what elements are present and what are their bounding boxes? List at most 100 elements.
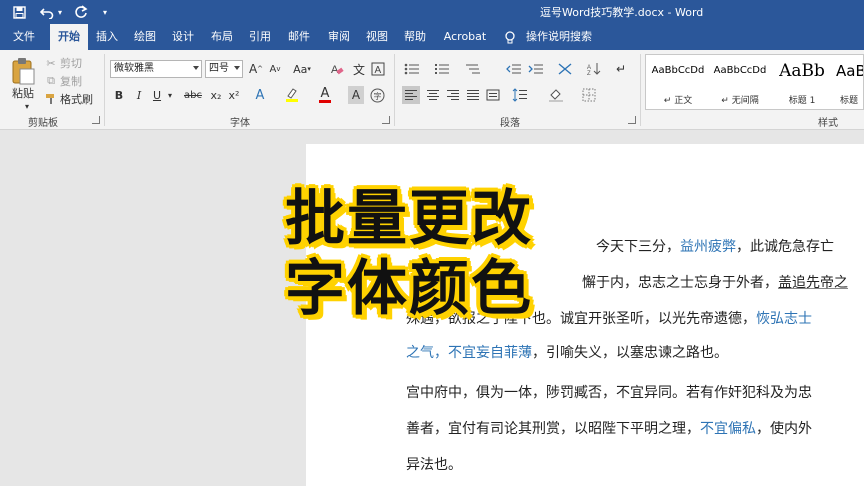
cut-button[interactable]: 剪切 (60, 56, 84, 70)
tab-insert[interactable]: 插入 (90, 24, 124, 50)
underline-button[interactable]: U (150, 86, 164, 104)
highlight-icon[interactable] (284, 86, 300, 104)
justify-icon[interactable] (464, 86, 482, 104)
clipboard-launcher-icon[interactable] (92, 116, 100, 124)
font-group-label: 字体 (230, 118, 250, 129)
undo-icon[interactable] (38, 3, 56, 21)
customize-icon[interactable]: ▾ (96, 3, 114, 21)
tab-help[interactable]: 帮助 (398, 24, 432, 50)
align-left-icon[interactable] (402, 86, 420, 104)
italic-button[interactable]: I (132, 86, 146, 104)
sort-icon[interactable]: AZ (585, 60, 603, 78)
svg-text:A: A (331, 64, 339, 76)
shrink-font-button[interactable]: Av (268, 60, 282, 78)
line-spacing-icon[interactable] (508, 86, 532, 104)
doc-line-4: 之气，不宜妄自菲薄，引喻失义，以塞忠谏之路也。 (406, 342, 728, 362)
tell-me-search[interactable]: 操作说明搜索 (524, 24, 594, 50)
decrease-indent-icon[interactable] (505, 60, 523, 78)
tab-view[interactable]: 视图 (360, 24, 394, 50)
save-icon[interactable] (10, 3, 28, 21)
char-border-icon[interactable]: A (370, 60, 386, 78)
clear-formatting-icon[interactable]: A (328, 60, 346, 78)
doc-text: 善者，宜付有司论其刑赏，以昭陛下平明之理， (406, 421, 700, 437)
paste-button[interactable]: 粘贴 (6, 86, 40, 100)
font-color-button[interactable]: A (317, 86, 333, 104)
doc-text-blue: 之气，不宜妄自菲薄 (406, 345, 532, 361)
font-size-select[interactable]: 四号 (205, 60, 243, 78)
paste-clipboard-icon[interactable] (8, 56, 38, 86)
format-painter-icon[interactable] (44, 92, 58, 106)
shading-icon[interactable] (545, 86, 567, 104)
styles-group-label: 样式 (818, 118, 838, 129)
subscript-button[interactable]: x₂ (208, 86, 224, 104)
font-color-label: A (320, 85, 330, 101)
redo-icon[interactable] (72, 3, 90, 21)
borders-icon[interactable] (578, 86, 600, 104)
tab-layout[interactable]: 布局 (205, 24, 239, 50)
tab-draw[interactable]: 绘图 (128, 24, 162, 50)
distributed-icon[interactable] (484, 86, 502, 104)
align-center-icon[interactable] (424, 86, 442, 104)
doc-line-5: 宫中府中，俱为一体，陟罚臧否，不宜异同。若有作奸犯科及为忠 (406, 382, 812, 402)
style-preview: AaBb (836, 62, 863, 80)
svg-text:Z: Z (587, 71, 591, 76)
doc-text-blue: 不宜偏私 (700, 421, 756, 437)
phonetic-guide-icon[interactable]: 文 (350, 60, 368, 78)
tab-references[interactable]: 引用 (243, 24, 277, 50)
underline-dropdown-icon[interactable]: ▾ (165, 88, 175, 102)
strikethrough-button[interactable]: abc (182, 86, 204, 104)
doc-text: 今天下三分， (596, 239, 680, 255)
increase-indent-icon[interactable] (527, 60, 545, 78)
doc-text-blue: 益州疲弊 (680, 239, 736, 255)
grow-font-label: A (248, 62, 258, 76)
bold-button[interactable]: B (112, 86, 126, 104)
paragraph-launcher-icon[interactable] (628, 116, 636, 124)
format-painter-button[interactable]: 格式刷 (60, 92, 94, 106)
style-heading-1[interactable]: AaBb 标题 1 (772, 57, 832, 107)
copy-button[interactable]: 复制 (60, 74, 84, 88)
doc-text: 宫中府中，俱为一体，陟罚臧否，不宜异同。若有作奸犯科及为忠 (406, 385, 812, 401)
char-shading-button[interactable]: A (348, 86, 364, 104)
svg-text:字: 字 (373, 91, 381, 101)
enclose-chars-icon[interactable]: 字 (368, 86, 386, 104)
undo-dropdown-icon[interactable]: ▾ (55, 3, 65, 21)
paragraph-group-label: 段落 (500, 118, 520, 129)
align-right-icon[interactable] (444, 86, 462, 104)
style-normal[interactable]: AaBbCcDd ↵ 正文 (648, 57, 708, 107)
group-divider (394, 54, 395, 126)
shrink-font-label: A (269, 63, 277, 75)
tab-acrobat[interactable]: Acrobat (440, 24, 490, 50)
ribbon-home: 粘贴 ▾ ✂ 剪切 ⧉ 复制 格式刷 剪贴板 微软雅黑 四号 A ^ Av Aa ▾… (0, 50, 864, 130)
show-marks-icon[interactable]: ↵ (613, 60, 629, 78)
grow-font-button[interactable]: A ^ (249, 60, 263, 78)
cut-icon[interactable]: ✂ (44, 56, 58, 70)
style-preview: AaBbCcDd (651, 65, 705, 76)
change-case-button[interactable]: Aa ▾ (290, 60, 314, 78)
superscript-button[interactable]: x² (226, 86, 242, 104)
copy-icon[interactable]: ⧉ (44, 74, 58, 88)
paste-dropdown-icon[interactable]: ▾ (22, 102, 32, 111)
group-divider (640, 54, 641, 126)
doc-line-1: 今天下三分，益州疲弊，此诚危急存亡 (596, 236, 834, 256)
bullets-icon[interactable] (402, 60, 422, 78)
style-name: 标题 1 (788, 96, 816, 106)
font-name-select[interactable]: 微软雅黑 (110, 60, 202, 78)
doc-text: 懈于内，忠志之士忘身于外者， (582, 275, 778, 291)
chinese-layout-icon[interactable] (553, 60, 577, 78)
doc-text-blue: 恢弘志士 (756, 311, 812, 327)
text-effects-button[interactable]: A (252, 86, 268, 104)
tab-mailings[interactable]: 邮件 (281, 24, 317, 50)
tab-review[interactable]: 审阅 (321, 24, 357, 50)
doc-text: 异法也。 (406, 457, 462, 473)
tab-home[interactable]: 开始 (50, 24, 88, 50)
ribbon-tabs: 文件 开始 插入 绘图 设计 布局 引用 邮件 审阅 视图 帮助 Acrobat… (0, 24, 864, 50)
style-title[interactable]: AaBb 标题 (834, 57, 863, 107)
numbering-icon[interactable] (432, 60, 452, 78)
font-launcher-icon[interactable] (382, 116, 390, 124)
tab-file[interactable]: 文件 (6, 24, 42, 50)
multilevel-list-icon[interactable] (462, 60, 484, 78)
window-title: 逗号Word技巧教学.docx - Word (540, 6, 704, 19)
doc-text: ，使内外 (756, 421, 812, 437)
style-no-spacing[interactable]: AaBbCcDd ↵ 无间隔 (710, 57, 770, 107)
tab-design[interactable]: 设计 (166, 24, 200, 50)
